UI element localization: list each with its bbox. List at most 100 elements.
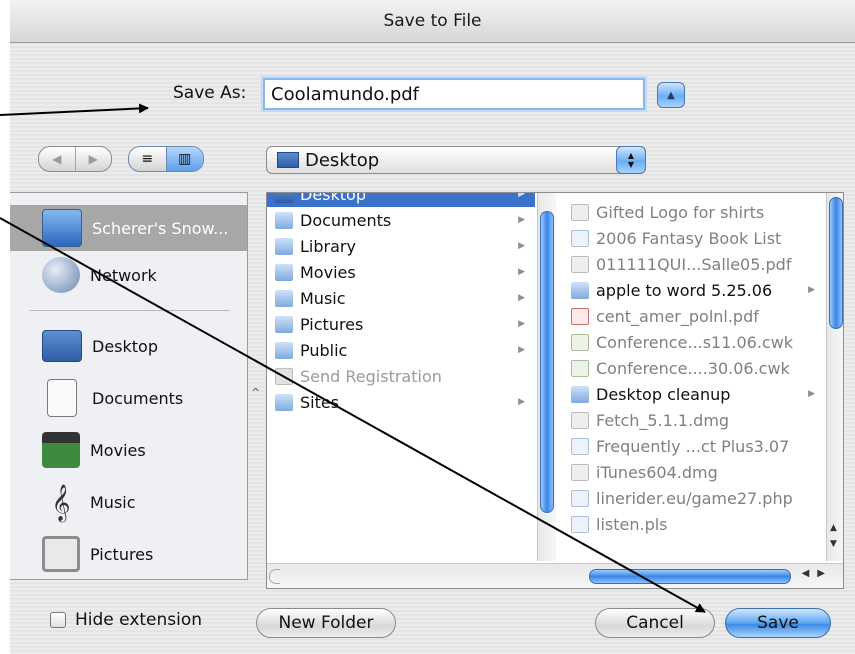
desktop-folder-icon bbox=[275, 193, 293, 203]
file-item[interactable]: Conference...s11.06.cwk bbox=[563, 329, 823, 355]
forward-button[interactable]: ▶ bbox=[74, 147, 112, 171]
sidebar-item-label: Pictures bbox=[90, 544, 154, 564]
column-item-send-registration[interactable]: Send Registration bbox=[267, 363, 535, 389]
sidebar-item-documents[interactable]: Documents bbox=[10, 375, 247, 421]
sidebar-item-label: Documents bbox=[92, 388, 184, 408]
sidebar-item-movies[interactable]: Movies bbox=[10, 427, 247, 473]
save-dialog: Save to File Save As: ▲ ◀ ▶ ≡ ▥ Desktop … bbox=[10, 0, 855, 654]
document-icon bbox=[571, 359, 589, 377]
sidebar-item-hard-drive[interactable]: Scherer's Snow... bbox=[10, 205, 247, 251]
new-folder-button[interactable]: New Folder bbox=[256, 608, 396, 638]
scroll-thumb[interactable] bbox=[829, 197, 843, 329]
scroll-up-arrow-icon[interactable]: ▲ bbox=[830, 523, 837, 533]
column-item-music[interactable]: Music ▶ bbox=[267, 285, 535, 311]
sidebar: Scherer's Snow... Network Desktop Docume… bbox=[10, 192, 248, 580]
pdf-file-icon bbox=[571, 307, 589, 325]
popup-arrows-icon: ▲ ▼ bbox=[616, 146, 646, 174]
column-view-icon: ▥ bbox=[178, 151, 192, 167]
chevron-right-icon: ▶ bbox=[518, 345, 525, 355]
scroll-thumb[interactable] bbox=[589, 569, 791, 584]
sidebar-resize-caret-icon[interactable]: ^ bbox=[251, 386, 260, 399]
back-forward-control: ◀ ▶ bbox=[38, 146, 112, 172]
file-item[interactable]: cent_amer_polnl.pdf bbox=[563, 303, 823, 329]
clapperboard-icon bbox=[42, 432, 80, 468]
collapse-dialog-button[interactable]: ▲ bbox=[657, 82, 685, 108]
location-popup[interactable]: Desktop ▲ ▼ bbox=[266, 146, 646, 174]
file-item-label: Frequently ...ct Plus3.07 bbox=[596, 436, 790, 456]
sidebar-item-label: Music bbox=[90, 492, 136, 512]
folder-icon bbox=[275, 237, 293, 255]
save-button-label: Save bbox=[757, 613, 799, 633]
file-item[interactable]: iTunes604.dmg bbox=[563, 459, 823, 485]
column-1-scrollbar[interactable] bbox=[537, 193, 556, 561]
hide-extension-checkbox[interactable] bbox=[50, 612, 66, 628]
column-item-label: Library bbox=[300, 236, 356, 256]
column-item-library[interactable]: Library ▶ bbox=[267, 233, 535, 259]
back-arrow-icon: ◀ bbox=[52, 152, 62, 166]
hard-drive-icon bbox=[42, 209, 82, 247]
chevron-right-icon: ▶ bbox=[808, 285, 815, 295]
file-item-label: iTunes604.dmg bbox=[596, 462, 718, 482]
column-item-label: Sites bbox=[300, 392, 340, 412]
file-item[interactable]: listen.pls bbox=[563, 511, 823, 537]
file-item-label: listen.pls bbox=[596, 514, 668, 534]
pdf-file-icon bbox=[571, 255, 589, 273]
chevron-right-icon: ▶ bbox=[518, 293, 525, 303]
desktop-folder-icon bbox=[277, 152, 299, 168]
back-button[interactable]: ◀ bbox=[39, 147, 75, 171]
document-icon bbox=[571, 229, 589, 247]
scroll-thumb[interactable] bbox=[540, 211, 554, 513]
sidebar-item-desktop[interactable]: Desktop bbox=[10, 323, 247, 369]
column-item-desktop[interactable]: Desktop ▶ bbox=[267, 193, 535, 207]
file-item[interactable]: Frequently ...ct Plus3.07 bbox=[563, 433, 823, 459]
column-2-scrollbar[interactable]: ▲ ▼ bbox=[826, 193, 843, 561]
disk-image-icon bbox=[571, 411, 589, 429]
file-item[interactable]: linerider.eu/game27.php bbox=[563, 485, 823, 511]
sidebar-item-network[interactable]: Network bbox=[10, 252, 247, 298]
picture-frame-icon bbox=[42, 536, 80, 572]
application-icon bbox=[275, 367, 293, 385]
sidebar-item-label: Desktop bbox=[92, 336, 158, 356]
document-icon bbox=[571, 333, 589, 351]
column-view-button[interactable]: ▥ bbox=[165, 147, 203, 171]
web-file-icon bbox=[571, 489, 589, 507]
file-item[interactable]: 011111QUI...Salle05.pdf bbox=[563, 251, 823, 277]
file-item-label: Fetch_5.1.1.dmg bbox=[596, 410, 730, 430]
cancel-button[interactable]: Cancel bbox=[595, 608, 715, 638]
file-item-label: Desktop cleanup bbox=[596, 384, 731, 404]
browser-column-1: Desktop ▶ Documents ▶ Library ▶ Movies ▶… bbox=[267, 193, 535, 561]
view-mode-control: ≡ ▥ bbox=[128, 146, 204, 172]
document-icon bbox=[571, 437, 589, 455]
sidebar-item-pictures[interactable]: Pictures bbox=[10, 531, 247, 577]
scroll-down-arrow-icon[interactable]: ▼ bbox=[830, 539, 837, 549]
column-item-label: Movies bbox=[300, 262, 356, 282]
folder-item[interactable]: Desktop cleanup ▶ bbox=[563, 381, 823, 407]
column-item-public[interactable]: Public ▶ bbox=[267, 337, 535, 363]
column-item-pictures[interactable]: Pictures ▶ bbox=[267, 311, 535, 337]
file-item-label: Conference...s11.06.cwk bbox=[596, 332, 794, 352]
column-item-documents[interactable]: Documents ▶ bbox=[267, 207, 535, 233]
list-view-button[interactable]: ≡ bbox=[129, 147, 166, 171]
treble-clef-icon: 𝄞 bbox=[51, 483, 71, 521]
save-as-field[interactable] bbox=[263, 78, 645, 110]
folder-icon bbox=[275, 393, 293, 411]
folder-item[interactable]: apple to word 5.25.06 ▶ bbox=[563, 277, 823, 303]
save-button[interactable]: Save bbox=[725, 608, 831, 638]
column-item-movies[interactable]: Movies ▶ bbox=[267, 259, 535, 285]
sidebar-item-label: Network bbox=[90, 265, 157, 285]
playlist-file-icon bbox=[571, 515, 589, 533]
chevron-right-icon: ▶ bbox=[518, 397, 525, 407]
file-item[interactable]: Conference....30.06.cwk bbox=[563, 355, 823, 381]
file-item[interactable]: 2006 Fantasy Book List bbox=[563, 225, 823, 251]
file-item-label: Conference....30.06.cwk bbox=[596, 358, 790, 378]
horizontal-scrollbar[interactable]: ◀▶ bbox=[267, 563, 843, 588]
folder-icon bbox=[275, 315, 293, 333]
column-item-sites[interactable]: Sites ▶ bbox=[267, 389, 535, 415]
file-item[interactable]: Gifted Logo for shirts bbox=[563, 199, 823, 225]
scroll-left-right-arrows-icon[interactable]: ◀▶ bbox=[802, 568, 833, 579]
folder-icon bbox=[571, 281, 589, 299]
chevron-right-icon: ▶ bbox=[518, 215, 525, 225]
file-item[interactable]: Fetch_5.1.1.dmg bbox=[563, 407, 823, 433]
folder-icon bbox=[275, 211, 293, 229]
sidebar-item-music[interactable]: 𝄞 Music bbox=[10, 479, 247, 525]
